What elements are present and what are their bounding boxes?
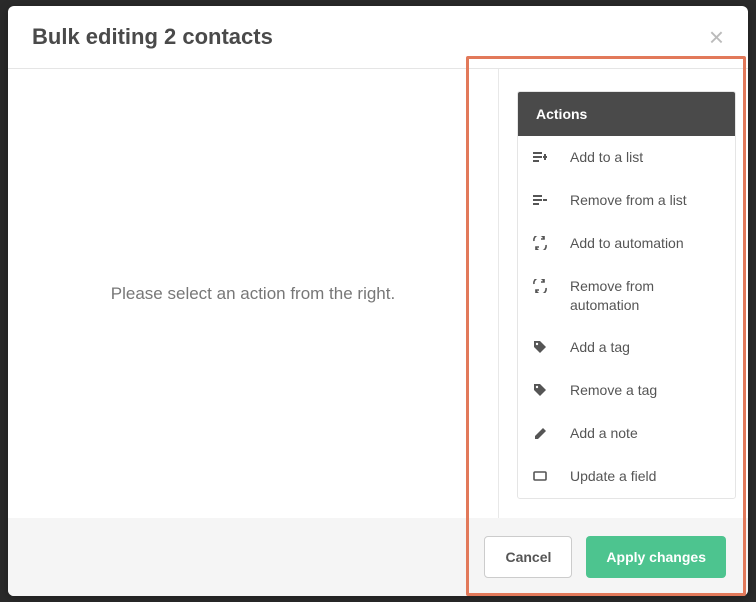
action-remove-tag[interactable]: Remove a tag (518, 369, 735, 412)
modal-header: Bulk editing 2 contacts × (8, 6, 748, 69)
action-add-tag[interactable]: Add a tag (518, 326, 735, 369)
apply-changes-button[interactable]: Apply changes (586, 536, 726, 578)
modal-title: Bulk editing 2 contacts (32, 24, 273, 50)
action-label: Update a field (570, 467, 721, 486)
field-icon (532, 468, 548, 484)
actions-header: Actions (518, 92, 735, 136)
actions-sidebar: Actions Add to a list Remove from a list (498, 69, 748, 518)
tag-add-icon (532, 339, 548, 355)
modal-footer: Cancel Apply changes (8, 518, 748, 596)
close-icon[interactable]: × (709, 24, 724, 50)
bulk-edit-modal: Bulk editing 2 contacts × Please select … (8, 6, 748, 596)
action-label: Add to a list (570, 148, 721, 167)
action-add-to-automation[interactable]: Add to automation (518, 222, 735, 265)
tag-remove-icon (532, 382, 548, 398)
action-add-to-list[interactable]: Add to a list (518, 136, 735, 179)
main-area: Please select an action from the right. (8, 69, 498, 518)
modal-body: Please select an action from the right. … (8, 69, 748, 518)
list-add-icon (532, 149, 548, 165)
action-label: Add a note (570, 424, 721, 443)
automation-add-icon (532, 235, 548, 251)
action-update-field[interactable]: Update a field (518, 455, 735, 498)
action-label: Add a tag (570, 338, 721, 357)
placeholder-text: Please select an action from the right. (111, 284, 395, 304)
action-remove-from-list[interactable]: Remove from a list (518, 179, 735, 222)
action-remove-from-automation[interactable]: Remove from automation (518, 265, 735, 327)
automation-remove-icon (532, 278, 548, 294)
action-add-note[interactable]: Add a note (518, 412, 735, 455)
action-label: Remove a tag (570, 381, 721, 400)
actions-panel: Actions Add to a list Remove from a list (517, 91, 736, 499)
action-label: Remove from automation (570, 277, 721, 315)
note-icon (532, 425, 548, 441)
action-label: Add to automation (570, 234, 721, 253)
list-remove-icon (532, 192, 548, 208)
action-label: Remove from a list (570, 191, 721, 210)
cancel-button[interactable]: Cancel (484, 536, 572, 578)
